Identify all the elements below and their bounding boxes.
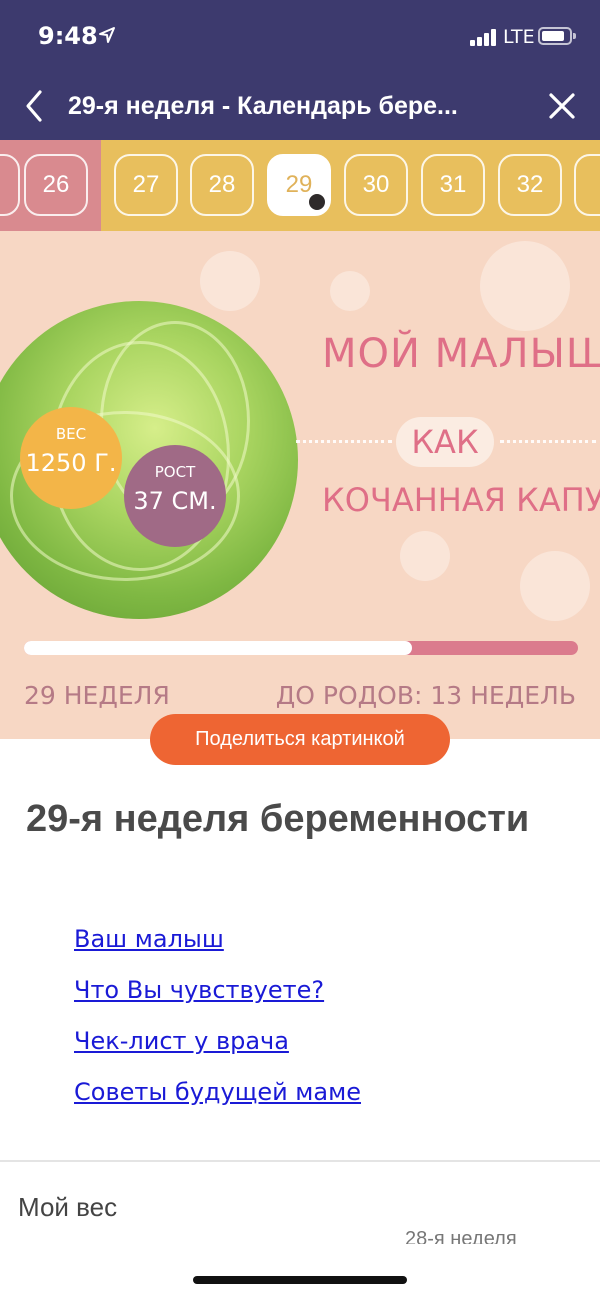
week-item[interactable]: [0, 154, 20, 216]
week-item-32[interactable]: 32: [498, 154, 562, 216]
current-week-label: 29 НЕДЕЛЯ: [24, 681, 170, 710]
section-divider: [0, 1160, 600, 1162]
my-weight-week-label: 28-я неделя: [405, 1228, 517, 1244]
signal-icon: [470, 28, 498, 46]
top-bar: 9:48 LTE 29-я неделя - Календарь бере...: [0, 0, 600, 140]
bokeh-light: [330, 271, 370, 311]
height-badge: РОСТ 37 СМ.: [124, 445, 226, 547]
dotted-line: [500, 440, 596, 443]
table-of-contents: Ваш малыш Что Вы чувствуете? Чек-лист у …: [74, 922, 361, 1126]
week-item-33[interactable]: 3: [574, 154, 600, 216]
avatar: [307, 192, 327, 212]
back-button[interactable]: [18, 88, 50, 124]
page-title: 29-я неделя беременности: [26, 798, 530, 840]
week-item-29-active[interactable]: 29: [267, 154, 331, 216]
week-item-26[interactable]: 26: [24, 154, 88, 216]
week-item-28[interactable]: 28: [190, 154, 254, 216]
week-item-31[interactable]: 31: [421, 154, 485, 216]
height-label: РОСТ: [154, 463, 196, 481]
battery-icon: [538, 27, 576, 45]
my-weight-heading: Мой вес: [18, 1192, 118, 1222]
week-selector: 26 27 28 29 30 31 32 3: [0, 140, 600, 231]
weeks-remaining-label: ДО РОДОВ: 13 НЕДЕЛЬ: [275, 681, 576, 710]
pregnancy-progress-bar: [24, 641, 578, 655]
nav-title: 29-я неделя - Календарь бере...: [68, 92, 458, 120]
toc-link-how-you-feel[interactable]: Что Вы чувствуете?: [74, 973, 361, 1024]
weight-label: ВЕС: [55, 425, 87, 443]
week-item-27[interactable]: 27: [114, 154, 178, 216]
location-arrow-icon: [99, 27, 115, 43]
dotted-line: [296, 440, 392, 443]
banner-headline: МОЙ МАЛЫШ: [322, 331, 600, 377]
toc-link-your-baby[interactable]: Ваш малыш: [74, 922, 361, 973]
banner-connector: КАК: [396, 417, 494, 467]
close-button[interactable]: [546, 90, 578, 122]
pregnancy-progress-fill: [24, 641, 412, 655]
banner-comparison: КОЧАННАЯ КАПУСТА: [322, 481, 600, 519]
bokeh-light: [200, 251, 260, 311]
bokeh-light: [400, 531, 450, 581]
bokeh-light: [520, 551, 590, 621]
toc-link-doctor-checklist[interactable]: Чек-лист у врача: [74, 1024, 361, 1075]
bokeh-light: [480, 241, 570, 331]
weight-value: 1250 Г.: [25, 449, 117, 477]
week-item-30[interactable]: 30: [344, 154, 408, 216]
week-number: 29: [285, 171, 313, 198]
status-time: 9:48: [38, 22, 98, 50]
network-type: LTE: [503, 26, 535, 48]
height-value: 37 СМ.: [133, 487, 217, 515]
weight-badge: ВЕС 1250 Г.: [20, 407, 122, 509]
week-banner-image: ВЕС 1250 Г. РОСТ 37 СМ. МОЙ МАЛЫШ КАК КО…: [0, 231, 600, 739]
share-image-button[interactable]: Поделиться картинкой: [150, 714, 450, 765]
toc-link-tips[interactable]: Советы будущей маме: [74, 1075, 361, 1126]
home-indicator[interactable]: [193, 1276, 407, 1284]
